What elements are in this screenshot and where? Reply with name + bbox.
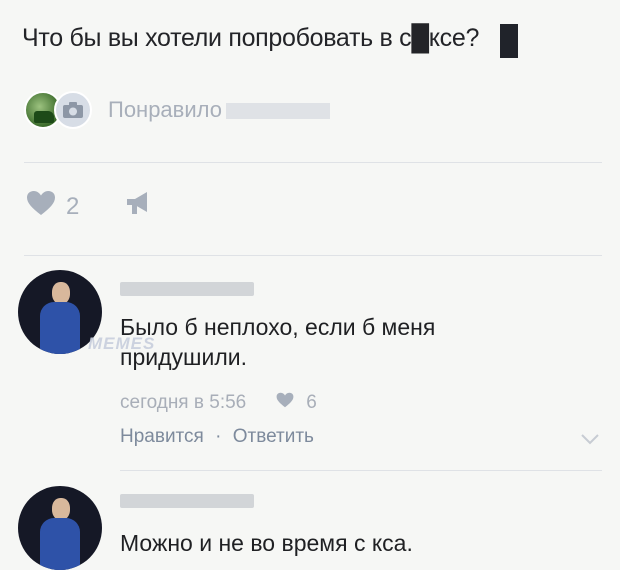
likes-count: 2 — [66, 192, 80, 220]
blurred-author-name — [120, 282, 254, 296]
heart-icon[interactable] — [276, 392, 294, 414]
divider — [24, 255, 602, 256]
chevron-down-icon[interactable] — [580, 432, 600, 450]
comment-meta: сегодня в 5:56 6 — [120, 392, 317, 414]
divider — [24, 162, 602, 163]
divider — [120, 470, 602, 471]
comment-text: Можно и не во время с кса. — [120, 530, 413, 556]
separator: · — [215, 426, 222, 447]
reply-link[interactable]: Ответить — [233, 426, 314, 447]
camera-icon — [54, 91, 92, 129]
heart-icon[interactable] — [26, 190, 56, 223]
comment-actions: Нравится · Ответить — [120, 426, 314, 448]
post-text: Что бы вы хотели попробовать в с█ксе? — [22, 24, 480, 52]
commenter-avatar[interactable] — [18, 486, 102, 570]
like-link[interactable]: Нравится — [120, 426, 204, 447]
comment-likes-count: 6 — [306, 392, 317, 413]
megaphone-icon[interactable] — [125, 190, 153, 223]
post-actions: 2 — [26, 190, 153, 223]
liked-by-row[interactable]: Понравило — [24, 90, 330, 130]
liked-by-text: Понравило — [108, 97, 222, 122]
blurred-author-name — [120, 494, 254, 508]
blurred-names — [225, 103, 330, 120]
redaction-block — [500, 24, 518, 58]
comment-text: Было б неплохо, если б меня придушили. — [120, 314, 436, 370]
comment-time[interactable]: сегодня в 5:56 — [120, 392, 246, 414]
